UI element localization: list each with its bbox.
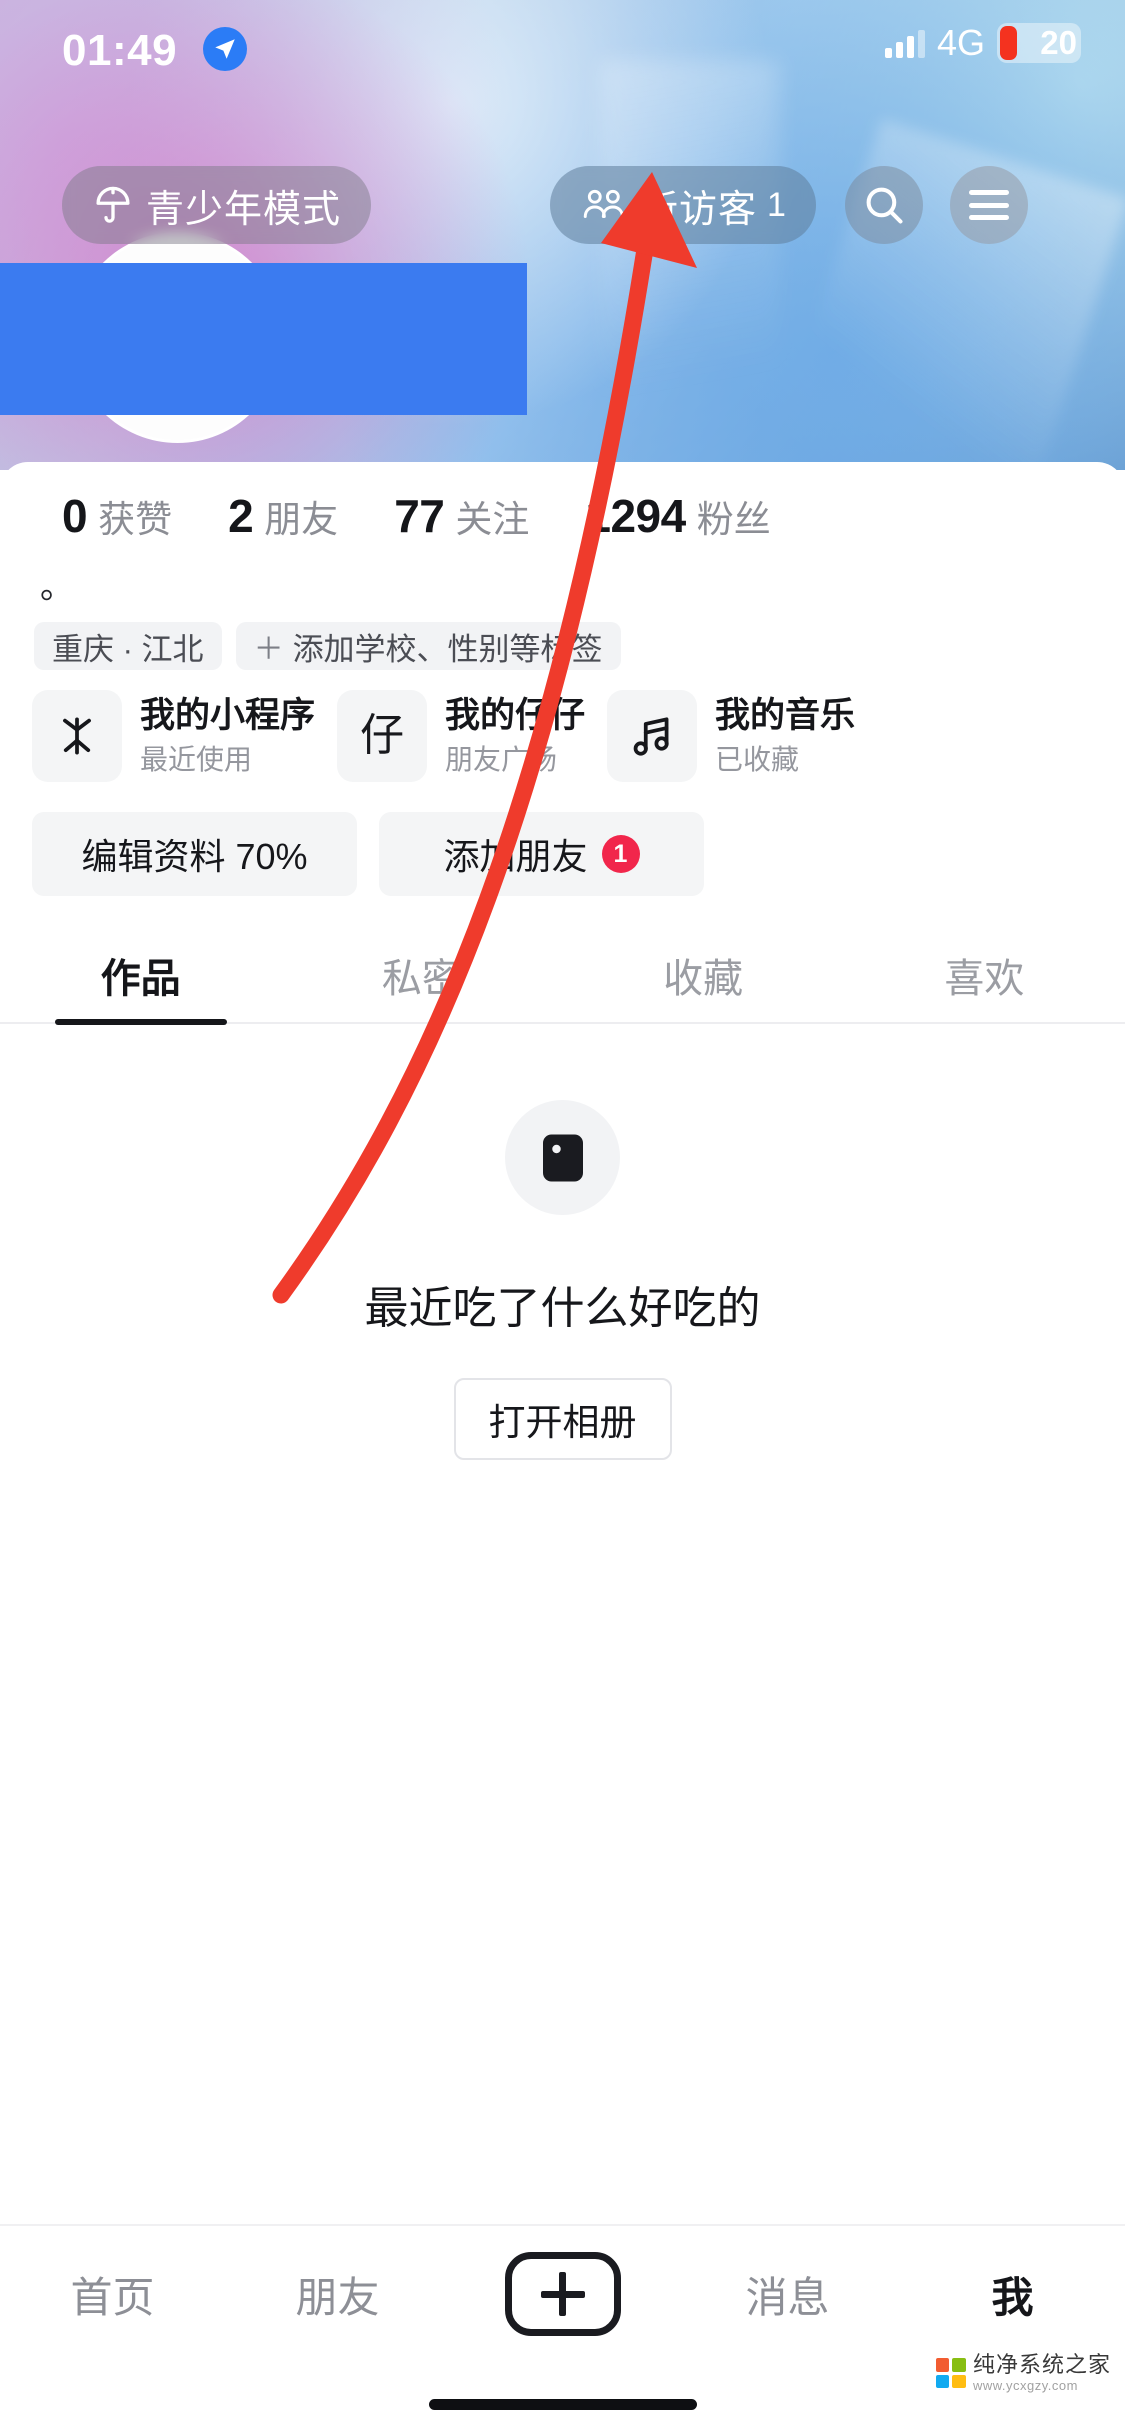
phone-screen: 01:49 4G 20 青少年模式 新访客 1 0 获赞 2 朋友 77 关注 … — [0, 0, 1125, 2436]
plus-icon: ＋ — [253, 633, 284, 666]
add-friend-label: 添加朋友 — [443, 836, 588, 877]
battery-indicator: 20 — [997, 23, 1081, 63]
new-visitor-button[interactable]: 新访客 1 — [550, 166, 816, 244]
location-arrow-icon — [203, 27, 247, 71]
card-text: 我的音乐 已收藏 — [715, 695, 855, 777]
redaction-overlay — [0, 263, 527, 415]
stat-value: 77 — [394, 490, 445, 542]
open-album-label: 打开相册 — [488, 1402, 637, 1443]
zai-glyph-icon: 仔 — [337, 690, 428, 782]
tag-add-info[interactable]: ＋ 添加学校、性别等标签 — [235, 622, 621, 670]
card-mini-program[interactable]: 我的小程序 最近使用 — [32, 690, 315, 782]
teen-mode-label: 青少年模式 — [146, 188, 342, 231]
profile-header-bar: 青少年模式 新访客 1 — [0, 155, 1125, 285]
bottom-nav-items: 首页 朋友 消息 我 — [0, 2224, 1125, 2364]
status-time: 01:49 — [62, 26, 178, 75]
bottom-navigation-bar: 首页 朋友 消息 我 — [0, 2224, 1125, 2436]
plus-square-icon — [504, 2252, 621, 2336]
stat-label: 朋友 — [264, 499, 339, 540]
tag-location[interactable]: 重庆 · 江北 — [34, 622, 222, 670]
search-button[interactable] — [845, 166, 923, 244]
watermark-text: 纯净系统之家 www.ycxgzy.com — [972, 2352, 1111, 2393]
stat-item-followers[interactable]: 1294 粉丝 — [585, 489, 770, 543]
network-type: 4G — [936, 22, 985, 63]
tag-label: 重庆 · 江北 — [52, 631, 204, 667]
music-note-icon — [607, 690, 698, 782]
status-indicators: 4G 20 — [884, 22, 1081, 64]
empty-state: 最近吃了什么好吃的 打开相册 — [0, 1100, 1125, 1460]
nav-label: 朋友 — [295, 2273, 380, 2321]
card-title: 我的小程序 — [140, 696, 316, 736]
battery-percent: 20 — [1040, 24, 1077, 61]
stat-item-friends[interactable]: 2 朋友 — [228, 489, 338, 543]
tab-label: 收藏 — [663, 957, 744, 1001]
zai-glyph: 仔 — [360, 711, 405, 760]
card-text: 我的小程序 最近使用 — [140, 695, 315, 777]
card-text: 我的仔仔 朋友广场 — [445, 695, 585, 777]
watermark: 纯净系统之家 www.ycxgzy.com — [935, 2352, 1111, 2393]
status-bar: 01:49 4G 20 — [0, 0, 1125, 96]
nav-item-messages[interactable]: 消息 — [675, 2264, 900, 2325]
edit-profile-label: 编辑资料 70% — [81, 836, 308, 877]
nav-label: 我 — [991, 2273, 1034, 2321]
tab-label: 喜欢 — [944, 957, 1025, 1001]
tag-label: 添加学校、性别等标签 — [292, 631, 603, 667]
new-visitor-count: 1 — [767, 185, 786, 224]
profile-tags-row: 重庆 · 江北 ＋ 添加学校、性别等标签 — [34, 622, 621, 670]
card-subtitle: 最近使用 — [140, 743, 253, 775]
stat-label: 关注 — [455, 499, 530, 540]
card-subtitle: 朋友广场 — [445, 743, 558, 775]
stat-item-likes[interactable]: 0 获赞 — [62, 489, 172, 543]
watermark-line2: www.ycxgzy.com — [972, 2378, 1078, 2393]
stat-value: 1294 — [585, 490, 686, 542]
edit-profile-button[interactable]: 编辑资料 70% — [32, 812, 357, 896]
open-album-button[interactable]: 打开相册 — [453, 1378, 672, 1460]
tab-works[interactable]: 作品 — [0, 925, 281, 1025]
profile-stats-row: 0 获赞 2 朋友 77 关注 1294 粉丝 — [62, 489, 827, 543]
tab-collections[interactable]: 收藏 — [563, 925, 844, 1025]
hamburger-menu-icon — [969, 190, 1009, 220]
nav-label: 首页 — [70, 2273, 155, 2321]
watermark-line1: 纯净系统之家 — [972, 2352, 1111, 2377]
tab-label: 作品 — [100, 957, 181, 1001]
teen-mode-button[interactable]: 青少年模式 — [62, 166, 372, 244]
search-icon — [866, 187, 903, 224]
windows-logo-icon — [935, 2358, 966, 2388]
stat-value: 0 — [62, 490, 88, 542]
people-icon — [583, 189, 624, 218]
tab-active-underline — [54, 1019, 227, 1025]
profile-bio[interactable]: 。 — [40, 570, 74, 604]
stat-label: 获赞 — [98, 499, 173, 540]
image-placeholder-icon — [505, 1100, 620, 1215]
stat-label: 粉丝 — [696, 499, 771, 540]
add-friend-button[interactable]: 添加朋友 1 — [379, 812, 704, 896]
profile-action-buttons: 编辑资料 70% 添加朋友 1 — [32, 812, 704, 896]
nav-item-create[interactable] — [450, 2252, 675, 2336]
card-title: 我的仔仔 — [445, 696, 586, 736]
stat-item-following[interactable]: 77 关注 — [394, 489, 529, 543]
nav-label: 消息 — [745, 2273, 830, 2321]
nav-item-me[interactable]: 我 — [900, 2264, 1125, 2325]
mini-program-icon — [32, 690, 122, 782]
add-friend-badge: 1 — [601, 835, 640, 873]
tab-label: 私密 — [381, 957, 462, 1001]
signal-bars-icon — [884, 28, 925, 58]
content-tab-bar: 作品 私密 收藏 喜欢 — [0, 925, 1125, 1025]
tab-private[interactable]: 私密 — [281, 925, 562, 1025]
stat-value: 2 — [228, 490, 254, 542]
card-subtitle: 已收藏 — [715, 743, 800, 775]
card-title: 我的音乐 — [715, 696, 856, 736]
menu-button[interactable] — [950, 166, 1028, 244]
card-zaizai[interactable]: 仔 我的仔仔 朋友广场 — [337, 690, 585, 782]
home-indicator — [428, 2399, 697, 2410]
tab-likes[interactable]: 喜欢 — [844, 925, 1125, 1025]
umbrella-icon — [96, 186, 130, 223]
nav-item-friends[interactable]: 朋友 — [225, 2264, 450, 2325]
empty-state-title: 最近吃了什么好吃的 — [364, 1284, 761, 1333]
new-visitor-label: 新访客 — [640, 188, 758, 231]
profile-entry-cards: 我的小程序 最近使用 仔 我的仔仔 朋友广场 我的音乐 已收藏 — [32, 690, 855, 782]
card-music[interactable]: 我的音乐 已收藏 — [607, 690, 855, 782]
nav-item-home[interactable]: 首页 — [0, 2264, 225, 2325]
